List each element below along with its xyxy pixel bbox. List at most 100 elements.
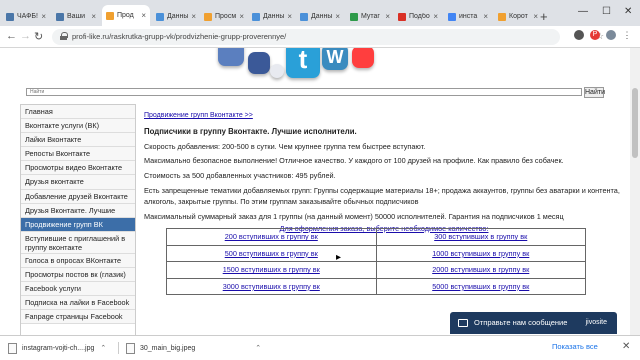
speed-text: Скорость добавления: 200-500 в сутки. Че…	[144, 142, 426, 151]
tab-close-icon[interactable]: ×	[287, 12, 292, 21]
close-downloads-icon[interactable]: ✕	[622, 341, 630, 352]
order-option-link[interactable]: 1000 вступивших в группу вк	[375, 244, 586, 262]
tab-favicon-icon	[300, 12, 308, 21]
wordpress-logo-icon: W	[322, 48, 348, 70]
tab-title: Корот	[509, 13, 528, 20]
browser-tab[interactable]: инста ×	[444, 7, 492, 26]
tab-close-icon[interactable]: ×	[385, 12, 390, 21]
tab-close-icon[interactable]: ×	[41, 12, 46, 21]
site-search-button[interactable]: Найти	[584, 87, 605, 98]
download-item[interactable]: 30_main_big.jpeg ⌃	[126, 340, 261, 356]
browser-tab[interactable]: Прод ×	[102, 5, 150, 26]
order-option-link[interactable]: 3000 вступивших в группу вк	[166, 277, 377, 295]
close-window-button[interactable]: ✕	[624, 6, 632, 17]
maximize-button[interactable]: ☐	[602, 6, 611, 17]
vk-logo-icon	[218, 48, 244, 66]
sidebar-item[interactable]: Вступившие с приглашений в группу вконта…	[21, 231, 135, 254]
tab-title: Ваши	[67, 13, 86, 20]
main-content: Продвижение групп Вконтакте >> Подписчик…	[144, 112, 624, 233]
table-row: 1500 вступивших в группу вк 2000 вступивш…	[166, 261, 586, 279]
tab-title: Мутаг	[361, 13, 380, 20]
order-option-link[interactable]: 2000 вступивших в группу вк	[375, 261, 586, 279]
browser-tab[interactable]: Данны ×	[248, 7, 296, 26]
reload-icon[interactable]: ↻	[34, 30, 43, 43]
tab-title: Подбо	[409, 13, 430, 20]
tab-close-icon[interactable]: ×	[433, 12, 438, 21]
sidebar-menu: Главная Вконтакте услуги (ВК) Лайки Вконта…	[20, 104, 136, 340]
page-title: Подписчики в группу Вконтакте. Лучшие ис…	[144, 127, 357, 136]
browser-tab[interactable]: Мутаг ×	[346, 7, 394, 26]
pinterest-icon[interactable]: P	[590, 30, 600, 40]
browser-tab[interactable]: ЧАФБ! ×	[2, 7, 50, 26]
order-option-link[interactable]: 200 вступивших в группу вк	[166, 228, 377, 246]
tab-close-icon[interactable]: ×	[239, 12, 244, 21]
chevron-up-icon[interactable]: ⌃	[255, 344, 261, 352]
tab-close-icon[interactable]: ×	[191, 12, 196, 21]
sidebar-item[interactable]: Facebook услуги	[21, 282, 135, 297]
sidebar-item[interactable]: Голоса в опросах ВКонтакте	[21, 253, 135, 268]
social-logo-icon	[352, 48, 374, 68]
order-option-link[interactable]: 500 вступивших в группу вк	[166, 244, 377, 262]
sidebar-item[interactable]: Продвижение групп ВК	[21, 217, 135, 232]
downloads-bar: instagram-vojti-ch....jpg ⌃ 30_main_big.…	[0, 335, 640, 360]
browser-tab[interactable]: Корот ×	[494, 7, 542, 26]
site-search-input[interactable]: Найти	[26, 88, 582, 96]
show-all-downloads-link[interactable]: Показать все	[552, 342, 598, 351]
download-item[interactable]: instagram-vojti-ch....jpg ⌃	[8, 340, 106, 356]
tab-close-icon[interactable]: ×	[335, 12, 340, 21]
tab-favicon-icon	[6, 12, 14, 21]
profile-avatar[interactable]	[606, 30, 616, 40]
sidebar-item[interactable]: Просмотры видео Вконтакте	[21, 161, 135, 176]
sidebar-item[interactable]: Друзья вконтакте	[21, 175, 135, 190]
tab-close-icon[interactable]: ×	[483, 12, 488, 21]
browser-tab[interactable]: Подбо ×	[394, 7, 442, 26]
browser-tab[interactable]: Данны ×	[152, 7, 200, 26]
tab-favicon-icon	[204, 12, 212, 21]
order-option-link[interactable]: 300 вступивших в группу вк	[375, 228, 586, 246]
chevron-up-icon[interactable]: ⌃	[100, 344, 106, 352]
sidebar-item[interactable]: Лайки Вконтакте	[21, 133, 135, 148]
download-filename: instagram-vojti-ch....jpg	[22, 344, 95, 352]
tab-title: Прод	[117, 12, 134, 19]
back-icon[interactable]: ←	[6, 30, 17, 42]
browser-tab[interactable]: Просм ×	[200, 7, 248, 26]
tab-favicon-icon	[350, 12, 358, 21]
address-bar: ← → ↻ profi-like.ru/raskrutka-grupp-vk/p…	[0, 26, 640, 48]
mouse-cursor: ▸	[336, 252, 342, 263]
tab-favicon-icon	[56, 12, 64, 21]
sidebar-item[interactable]: Вконтакте услуги (ВК)	[21, 119, 135, 134]
menu-icon[interactable]: ⋮	[622, 30, 632, 40]
order-option-link[interactable]: 1500 вступивших в группу вк	[166, 261, 377, 279]
table-row: 200 вступивших в группу вк 300 вступивших…	[166, 228, 586, 246]
chat-widget-button[interactable]: Отправьте нам сообщение jivosite	[450, 312, 617, 334]
tab-favicon-icon	[252, 12, 260, 21]
forward-icon[interactable]: →	[20, 30, 31, 42]
page-scrollbar[interactable]	[630, 48, 640, 335]
tab-close-icon[interactable]: ×	[141, 11, 146, 20]
order-table: 200 вступивших в группу вк 300 вступивших…	[166, 228, 586, 295]
scrollbar-thumb[interactable]	[632, 88, 638, 158]
sidebar-item[interactable]: Главная	[21, 105, 135, 120]
tab-close-icon[interactable]: ×	[91, 12, 96, 21]
browser-tab[interactable]: Данны ×	[296, 7, 344, 26]
tab-close-icon[interactable]: ×	[533, 12, 538, 21]
sidebar-item[interactable]: Друзья Вконтакте. Лучшие	[21, 203, 135, 218]
sidebar-item[interactable]: Репосты Вконтакте	[21, 147, 135, 162]
browser-tab[interactable]: Ваши ×	[52, 7, 100, 26]
minimize-button[interactable]: —	[578, 6, 588, 17]
tab-favicon-icon	[106, 11, 114, 20]
sidebar-item[interactable]: Добавление друзей Вконтакте	[21, 189, 135, 204]
extension-icon[interactable]	[574, 30, 584, 40]
file-icon	[8, 342, 17, 354]
sidebar-item[interactable]: Просмотры постов вк (глазик)	[21, 267, 135, 283]
limits-text: Максимальный суммарный заказ для 1 групп…	[144, 212, 564, 222]
order-option-link[interactable]: 5000 вступивших в группу вк	[375, 277, 586, 295]
tab-favicon-icon	[448, 12, 456, 21]
new-tab-button[interactable]: +	[540, 9, 548, 24]
sidebar-item[interactable]: Fanpage страницы Facebook	[21, 310, 135, 325]
sidebar-item[interactable]: Подписка на лайки в Facebook	[21, 296, 135, 311]
breadcrumb-link[interactable]: Продвижение групп Вконтакте >>	[144, 112, 624, 119]
url-text: profi-like.ru/raskrutka-grupp-vk/prodviz…	[72, 32, 287, 41]
tab-title: Данны	[167, 13, 189, 20]
url-input[interactable]: profi-like.ru/raskrutka-grupp-vk/prodviz…	[52, 29, 604, 45]
